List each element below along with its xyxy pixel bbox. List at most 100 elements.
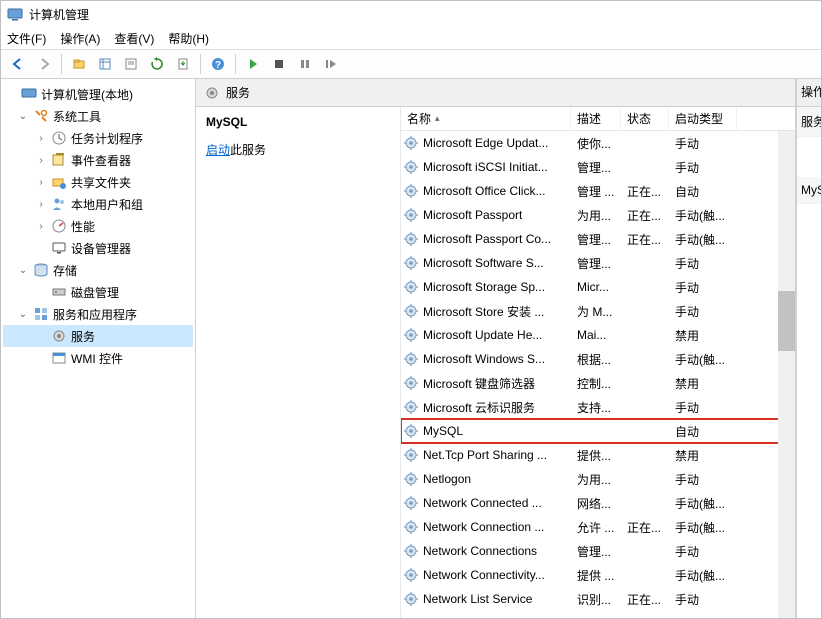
service-row[interactable]: Network Connection ...允许 ...正在...手动(触... [401, 515, 795, 539]
service-row[interactable]: Microsoft Update He...Mai...禁用 [401, 323, 795, 347]
service-desc: 管理... [571, 159, 621, 176]
collapse-icon[interactable]: ⌄ [17, 265, 29, 276]
tree-performance[interactable]: › 性能 [3, 215, 193, 237]
window-title: 计算机管理 [29, 6, 89, 23]
service-name: Microsoft iSCSI Initiat... [423, 160, 548, 174]
service-gear-icon [403, 183, 419, 199]
service-row[interactable]: Microsoft Passport为用...正在...手动(触... [401, 203, 795, 227]
service-row[interactable]: Microsoft Passport Co...管理...正在...手动(触..… [401, 227, 795, 251]
properties-button[interactable] [120, 53, 142, 75]
tree-device-manager[interactable]: 设备管理器 [3, 237, 193, 259]
tree-shared-folders[interactable]: › 共享文件夹 [3, 171, 193, 193]
col-state[interactable]: 状态 [621, 107, 669, 130]
tree-wmi[interactable]: WMI 控件 [3, 347, 193, 369]
service-row[interactable]: Microsoft Windows S...根据...手动(触... [401, 347, 795, 371]
tree-services[interactable]: 服务 [3, 325, 193, 347]
service-row[interactable]: Microsoft iSCSI Initiat...管理...手动 [401, 155, 795, 179]
service-start: 手动(触... [669, 207, 737, 224]
tree-task-scheduler[interactable]: › 任务计划程序 [3, 127, 193, 149]
app-icon [7, 6, 23, 22]
service-name: Microsoft Office Click... [423, 184, 545, 198]
service-state: 正在... [621, 591, 669, 608]
refresh-button[interactable] [146, 53, 168, 75]
tree-label: 设备管理器 [71, 240, 131, 257]
start-service-link[interactable]: 启动 [206, 143, 230, 157]
tree-disk-management[interactable]: 磁盘管理 [3, 281, 193, 303]
menu-action[interactable]: 操作(A) [60, 30, 100, 47]
tree-local-users[interactable]: › 本地用户和组 [3, 193, 193, 215]
expand-icon[interactable]: › [35, 155, 47, 166]
col-name[interactable]: 名称▴ [401, 107, 571, 130]
expand-icon[interactable]: › [35, 133, 47, 144]
tree-root[interactable]: 计算机管理(本地) [3, 83, 193, 105]
play-button[interactable] [242, 53, 264, 75]
service-row[interactable]: Microsoft Storage Sp...Micr...手动 [401, 275, 795, 299]
storage-icon [33, 262, 49, 278]
restart-button[interactable] [320, 53, 342, 75]
service-row[interactable]: MySQL自动 [401, 419, 795, 443]
tree-storage[interactable]: ⌄ 存储 [3, 259, 193, 281]
service-row[interactable]: Network Connected ...网络...手动(触... [401, 491, 795, 515]
scroll-thumb[interactable] [778, 291, 795, 351]
pause-button[interactable] [294, 53, 316, 75]
service-row[interactable]: Microsoft Store 安装 ...为 M...手动 [401, 299, 795, 323]
tree-panel: 计算机管理(本地) ⌄ 系统工具 › 任务计划程序 › 事件查看器 › 共享文件… [1, 79, 196, 618]
tree-label: 本地用户和组 [71, 196, 143, 213]
service-row[interactable]: Network List Service识别...正在...手动 [401, 587, 795, 611]
service-row[interactable]: Microsoft 云标识服务支持...手动 [401, 395, 795, 419]
service-row[interactable]: Microsoft Software S...管理...手动 [401, 251, 795, 275]
list-body[interactable]: Microsoft Edge Updat...使你...手动 Microsoft … [401, 131, 795, 618]
expand-icon[interactable]: › [35, 221, 47, 232]
menu-help[interactable]: 帮助(H) [168, 30, 209, 47]
expand-icon[interactable]: › [35, 177, 47, 188]
service-desc: 根据... [571, 351, 621, 368]
actions-services[interactable]: 服务 [797, 107, 821, 137]
service-gear-icon [403, 135, 419, 151]
selected-service-name: MySQL [206, 115, 390, 129]
collapse-icon[interactable]: ⌄ [17, 111, 29, 122]
service-desc: Micr... [571, 280, 621, 294]
actions-pane: 操作 服务 MySQL [796, 79, 821, 618]
tree-label: WMI 控件 [71, 350, 123, 367]
service-row[interactable]: Microsoft Office Click...管理 ...正在...自动 [401, 179, 795, 203]
menu-view[interactable]: 查看(V) [114, 30, 154, 47]
service-name: Network Connection ... [423, 520, 544, 534]
menu-file[interactable]: 文件(F) [7, 30, 46, 47]
scrollbar[interactable] [778, 131, 795, 618]
folder-button[interactable] [68, 53, 90, 75]
service-row[interactable]: Network Connectivity...提供 ...手动(触... [401, 563, 795, 587]
list-header: 名称▴ 描述 状态 启动类型 [401, 107, 795, 131]
service-state: 正在... [621, 183, 669, 200]
back-button[interactable] [7, 53, 29, 75]
service-row[interactable]: Network Connections管理...手动 [401, 539, 795, 563]
view-list-button[interactable] [94, 53, 116, 75]
service-desc: 允许 ... [571, 519, 621, 536]
tree-system-tools[interactable]: ⌄ 系统工具 [3, 105, 193, 127]
service-row[interactable]: Netlogon为用...手动 [401, 467, 795, 491]
collapse-icon[interactable]: ⌄ [17, 309, 29, 320]
stop-button[interactable] [268, 53, 290, 75]
actions-selected[interactable]: MySQL [797, 177, 821, 204]
service-row[interactable]: Net.Tcp Port Sharing ...提供...禁用 [401, 443, 795, 467]
col-start[interactable]: 启动类型 [669, 107, 737, 130]
service-gear-icon [403, 399, 419, 415]
tree-event-viewer[interactable]: › 事件查看器 [3, 149, 193, 171]
service-start: 禁用 [669, 375, 737, 392]
service-gear-icon [403, 231, 419, 247]
service-desc: 使你... [571, 135, 621, 152]
forward-button[interactable] [33, 53, 55, 75]
service-gear-icon [403, 591, 419, 607]
export-button[interactable] [172, 53, 194, 75]
tree-label: 计算机管理(本地) [41, 86, 133, 103]
expand-icon[interactable]: › [35, 199, 47, 210]
perf-icon [51, 218, 67, 234]
col-desc[interactable]: 描述 [571, 107, 621, 130]
service-row[interactable]: Microsoft 键盘筛选器控制...禁用 [401, 371, 795, 395]
service-gear-icon [403, 279, 419, 295]
service-row[interactable]: Microsoft Edge Updat...使你...手动 [401, 131, 795, 155]
tree-services-apps[interactable]: ⌄ 服务和应用程序 [3, 303, 193, 325]
separator [200, 54, 201, 74]
service-gear-icon [403, 255, 419, 271]
help-button[interactable]: ? [207, 53, 229, 75]
services-body: MySQL 启动此服务 名称▴ 描述 状态 启动类型 Microsoft Edg… [196, 107, 795, 618]
